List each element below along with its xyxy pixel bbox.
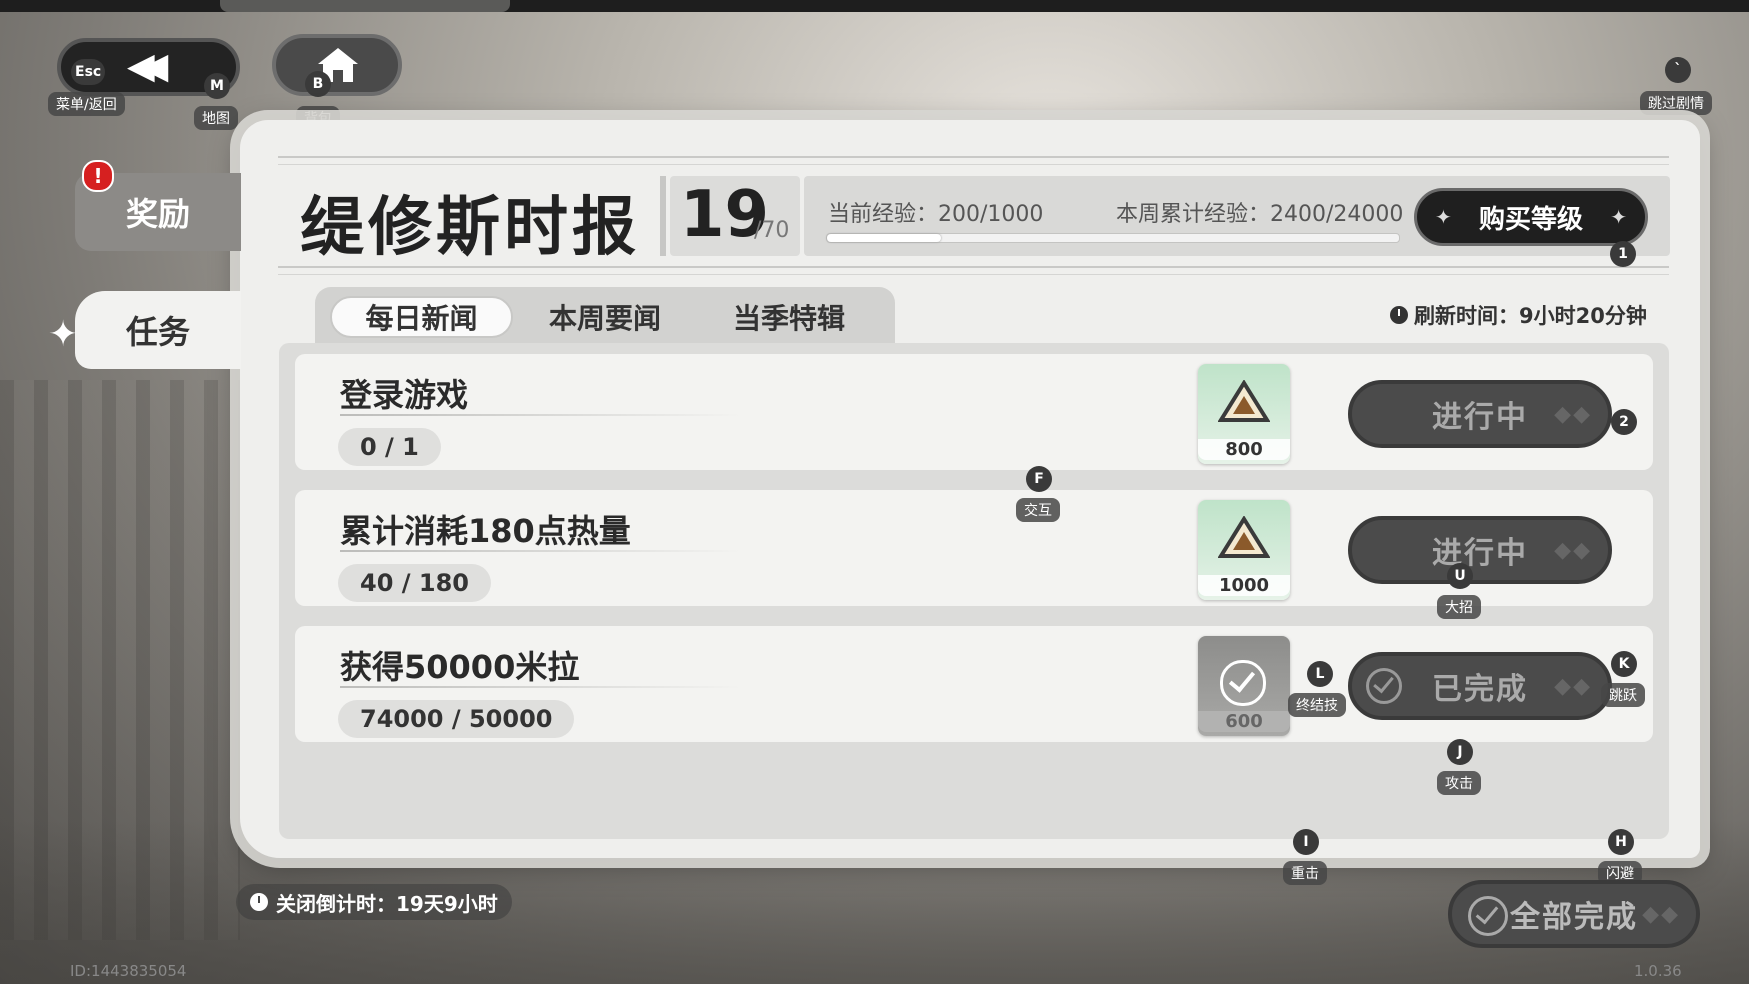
- check-icon: [1220, 660, 1266, 706]
- top-strip: [0, 0, 1749, 12]
- diamond-icon: ◆◆: [1554, 538, 1592, 563]
- key-badge-1: 1: [1610, 241, 1636, 267]
- tab-weekly-news-label: 本周要闻: [548, 302, 661, 335]
- complete-all-label: 全部完成: [1510, 900, 1638, 935]
- jump-label: 跳跃: [1601, 683, 1645, 707]
- interact-label: 交互: [1016, 498, 1060, 522]
- diamond-icon: ◆◆: [1554, 674, 1592, 699]
- map-key-badge: M: [204, 73, 230, 99]
- bag-key-badge: B: [305, 71, 331, 97]
- interact-key-badge: F: [1026, 466, 1052, 492]
- task-name: 累计消耗180点热量: [340, 512, 631, 550]
- current-exp: 当前经验：200/1000: [828, 202, 1044, 227]
- refresh-timer: 刷新时间：9小时20分钟: [1390, 300, 1647, 330]
- task-status-button[interactable]: 进行中 ◆◆: [1348, 516, 1612, 584]
- buy-level-button[interactable]: ✦ 购买等级 ✦: [1414, 188, 1648, 246]
- task-progress: 0 / 1: [338, 428, 441, 466]
- task-status-button[interactable]: 进行中 ◆◆: [1348, 380, 1612, 448]
- weekly-exp: 本周累计经验：2400/24000: [1116, 202, 1404, 227]
- finisher-key-badge: L: [1307, 661, 1333, 687]
- key-badge-2: 2: [1611, 409, 1637, 435]
- tab-reward-label: 奖励: [125, 195, 190, 233]
- task-progress: 40 / 180: [338, 564, 491, 602]
- tab-season-special[interactable]: 当季特辑: [724, 296, 854, 338]
- heavy-attack-label: 重击: [1283, 861, 1327, 885]
- complete-all-button[interactable]: 全部完成 ◆◆: [1448, 880, 1700, 948]
- tab-daily-news-label: 每日新闻: [365, 302, 478, 335]
- close-countdown: 关闭倒计时：19天9小时: [236, 884, 512, 920]
- exp-progress-bar: [826, 233, 1400, 243]
- task-divider: [340, 550, 740, 552]
- exp-triangle-icon: [1218, 380, 1270, 422]
- task-name: 登录游戏: [340, 376, 469, 414]
- exp-progress-fill: [827, 234, 942, 242]
- sparkle-icon: ✦: [48, 314, 79, 355]
- tab-season-special-label: 当季特辑: [732, 302, 845, 335]
- esc-key-badge: Esc: [71, 59, 106, 85]
- refresh-timer-text: 刷新时间：9小时20分钟: [1414, 304, 1647, 328]
- buy-level-label: 购买等级: [1478, 204, 1583, 235]
- task-name: 获得50000米拉: [340, 648, 580, 686]
- task-progress: 74000 / 50000: [338, 700, 575, 738]
- max-level: /70: [754, 218, 790, 243]
- tab-daily-news[interactable]: 每日新闻: [330, 296, 513, 338]
- reward-amount: 1000: [1198, 575, 1290, 596]
- check-circle-icon: [1366, 668, 1402, 704]
- reward-item[interactable]: 1000: [1198, 500, 1290, 600]
- ultimate-label: 大招: [1437, 595, 1481, 619]
- title-divider: [660, 176, 666, 256]
- map-label[interactable]: 地图: [194, 106, 238, 130]
- task-status-button[interactable]: 已完成 ◆◆: [1348, 652, 1612, 720]
- bag-button[interactable]: [272, 34, 402, 96]
- tab-task[interactable]: 任务: [75, 291, 241, 369]
- tab-task-label: 任务: [125, 313, 190, 351]
- check-circle-icon: [1468, 896, 1508, 936]
- header-divider-top: [278, 156, 1669, 165]
- reward-amount: 600: [1198, 711, 1290, 732]
- reward-item-claimed[interactable]: 600: [1198, 636, 1290, 736]
- version-number: 1.0.36: [1634, 962, 1682, 980]
- page-title: 缇修斯时报: [300, 191, 640, 265]
- diamond-left-icon: ✦: [1435, 205, 1452, 229]
- user-id: ID:1443835054: [70, 962, 187, 980]
- diamond-icon: ◆◆: [1642, 902, 1680, 927]
- jump-key-badge: K: [1611, 651, 1637, 677]
- finisher-label: 终结技: [1288, 693, 1346, 717]
- attack-key-badge: J: [1447, 739, 1473, 765]
- menu-back-label: 菜单/返回: [48, 92, 125, 116]
- heavy-attack-key-badge: I: [1293, 829, 1319, 855]
- task-divider: [340, 414, 740, 416]
- reward-item[interactable]: 800: [1198, 364, 1290, 464]
- task-status-label: 已完成: [1432, 672, 1528, 707]
- ultimate-key-badge: U: [1447, 563, 1473, 589]
- diamond-right-icon: ✦: [1610, 205, 1627, 229]
- skip-story-label[interactable]: 跳过剧情: [1640, 91, 1712, 115]
- alert-badge: !: [82, 160, 114, 192]
- diamond-icon: ◆◆: [1554, 402, 1592, 427]
- tab-weekly-news[interactable]: 本周要闻: [540, 296, 670, 338]
- exp-triangle-icon: [1218, 516, 1270, 558]
- task-status-label: 进行中: [1432, 400, 1528, 435]
- back-chevron-icon: ◀◀: [127, 46, 169, 87]
- clock-icon: [1390, 306, 1408, 324]
- task-status-label: 进行中: [1432, 536, 1528, 571]
- top-strip-highlight: [220, 0, 510, 12]
- skip-key-badge[interactable]: `: [1665, 57, 1691, 83]
- attack-label: 攻击: [1437, 771, 1481, 795]
- close-countdown-text: 关闭倒计时：19天9小时: [276, 891, 498, 916]
- reward-amount: 800: [1198, 439, 1290, 460]
- dodge-key-badge: H: [1608, 829, 1634, 855]
- clock-icon: [250, 893, 268, 911]
- task-divider: [340, 686, 740, 688]
